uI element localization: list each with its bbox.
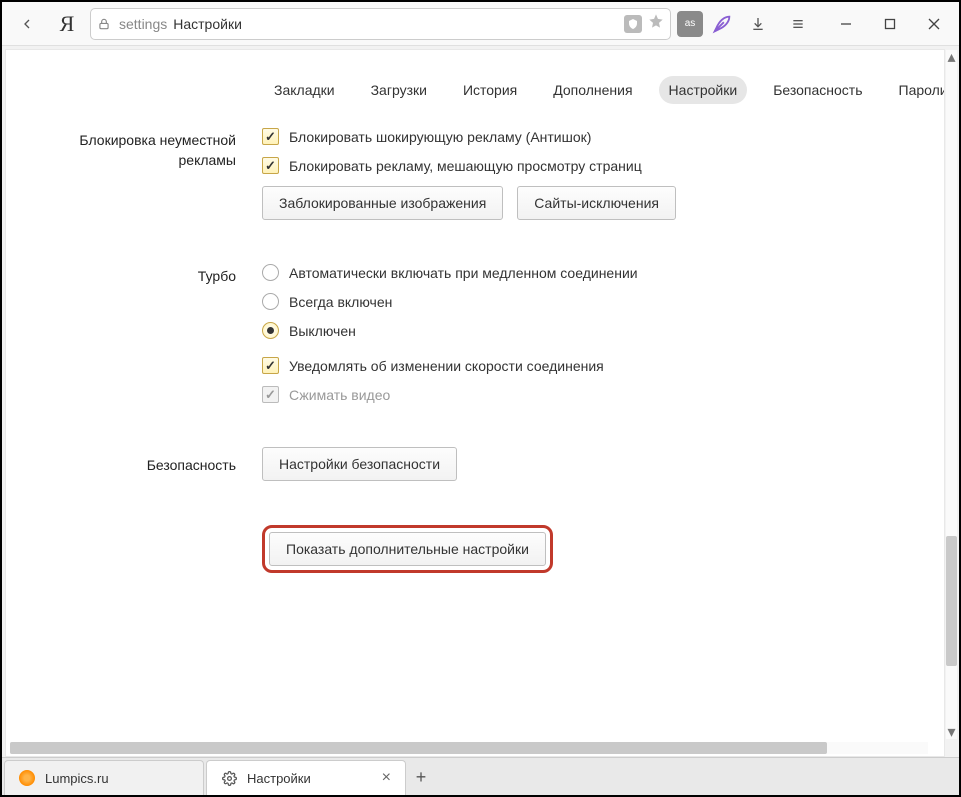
tab-lumpics[interactable]: Lumpics.ru: [4, 760, 204, 795]
nav-security[interactable]: Безопасность: [763, 76, 872, 104]
horizontal-scrollbar-thumb[interactable]: [10, 742, 827, 754]
browser-toolbar: Я settings Настройки as: [2, 2, 959, 46]
label-turbo-auto: Автоматически включать при медленном сое…: [289, 265, 638, 281]
settings-page: Закладки Загрузки История Дополнения Нас…: [5, 49, 945, 757]
browser-tabbar: Lumpics.ru Настройки × +: [2, 757, 959, 795]
checkbox-turbo-notify[interactable]: [262, 357, 279, 374]
label-block-shocking: Блокировать шокирующую рекламу (Антишок): [289, 129, 591, 145]
label-turbo-always: Всегда включен: [289, 294, 392, 310]
tab-settings-label: Настройки: [247, 771, 311, 786]
extension-lastfm-icon[interactable]: as: [677, 11, 703, 37]
nav-history[interactable]: История: [453, 76, 527, 104]
scroll-arrow-up-icon[interactable]: ▴: [946, 50, 957, 64]
address-title: Настройки: [173, 16, 242, 32]
horizontal-scrollbar[interactable]: [10, 742, 928, 754]
address-prefix: settings: [119, 16, 167, 32]
button-site-exceptions[interactable]: Сайты-исключения: [517, 186, 676, 220]
button-show-advanced-settings[interactable]: Показать дополнительные настройки: [269, 532, 546, 566]
window-minimize-button[interactable]: [829, 9, 863, 39]
nav-bookmarks[interactable]: Закладки: [264, 76, 345, 104]
label-turbo-off: Выключен: [289, 323, 356, 339]
menu-button[interactable]: [781, 7, 815, 41]
radio-turbo-always[interactable]: [262, 293, 279, 310]
checkbox-block-shocking[interactable]: [262, 128, 279, 145]
section-adblock-title: Блокировка неуместной рекламы: [26, 128, 236, 171]
vertical-scrollbar-thumb[interactable]: [946, 536, 957, 666]
checkbox-block-intrusive[interactable]: [262, 157, 279, 174]
tab-close-icon[interactable]: ×: [382, 769, 391, 787]
extension-feather-icon[interactable]: [709, 11, 735, 37]
bookmark-star-icon[interactable]: [648, 13, 664, 34]
window-maximize-button[interactable]: [873, 9, 907, 39]
radio-turbo-off[interactable]: [262, 322, 279, 339]
gear-icon: [221, 770, 237, 786]
nav-addons[interactable]: Дополнения: [543, 76, 642, 104]
section-adblock: Блокировка неуместной рекламы Блокироват…: [6, 128, 944, 264]
section-safety: Безопасность Настройки безопасности: [6, 447, 944, 525]
nav-settings[interactable]: Настройки: [659, 76, 748, 104]
checkbox-compress-video[interactable]: [262, 386, 279, 403]
lumpics-favicon-icon: [19, 770, 35, 786]
protect-badge-icon[interactable]: [624, 15, 642, 33]
lock-icon: [97, 17, 111, 31]
new-tab-button[interactable]: +: [406, 760, 436, 795]
nav-passwords[interactable]: Пароли: [889, 76, 945, 104]
radio-turbo-auto[interactable]: [262, 264, 279, 281]
tab-settings[interactable]: Настройки ×: [206, 760, 406, 795]
label-block-intrusive: Блокировать рекламу, мешающую просмотру …: [289, 158, 642, 174]
label-compress-video: Сжимать видео: [289, 387, 390, 403]
nav-downloads[interactable]: Загрузки: [361, 76, 437, 104]
section-turbo-title: Турбо: [26, 264, 236, 286]
scroll-arrow-down-icon[interactable]: ▾: [946, 725, 957, 739]
highlight-show-more: Показать дополнительные настройки: [262, 525, 553, 573]
settings-nav: Закладки Загрузки История Дополнения Нас…: [264, 50, 944, 128]
address-bar[interactable]: settings Настройки: [90, 8, 671, 40]
back-button[interactable]: [10, 7, 44, 41]
label-turbo-notify: Уведомлять об изменении скорости соедине…: [289, 358, 604, 374]
downloads-button[interactable]: [741, 7, 775, 41]
button-safety-settings[interactable]: Настройки безопасности: [262, 447, 457, 481]
section-turbo: Турбо Автоматически включать при медленн…: [6, 264, 944, 447]
section-show-more: Показать дополнительные настройки: [6, 525, 944, 603]
section-safety-title: Безопасность: [26, 447, 236, 475]
yandex-logo[interactable]: Я: [50, 7, 84, 41]
vertical-scrollbar[interactable]: ▴ ▾: [946, 50, 957, 739]
button-blocked-images[interactable]: Заблокированные изображения: [262, 186, 503, 220]
window-close-button[interactable]: [917, 9, 951, 39]
tab-lumpics-label: Lumpics.ru: [45, 771, 109, 786]
